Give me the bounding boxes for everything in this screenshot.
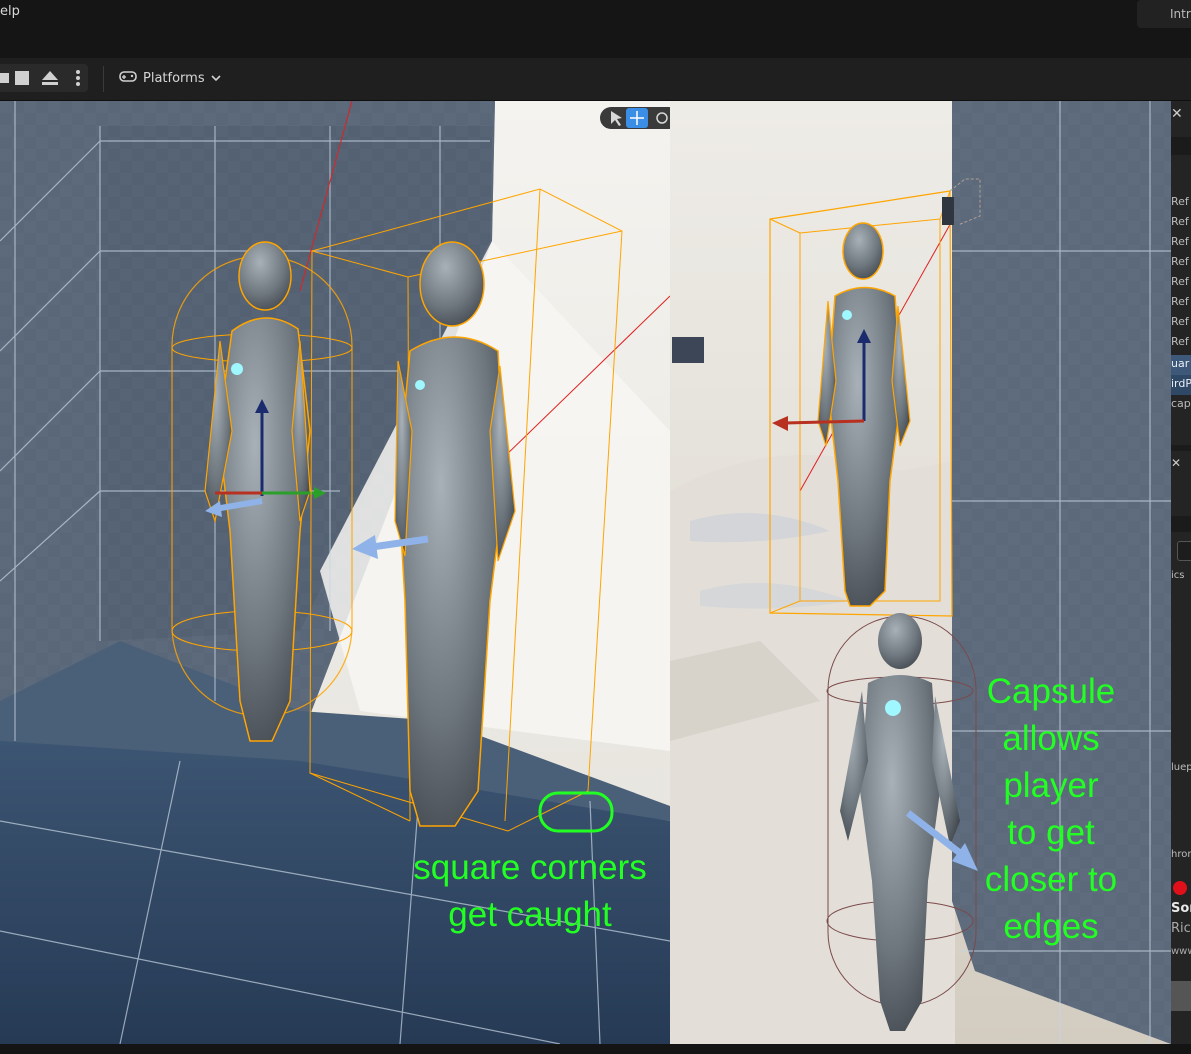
close-icon[interactable]: ✕ [1171, 106, 1183, 122]
panel-divider [1171, 445, 1191, 451]
outliner-item[interactable]: Ref [1171, 235, 1189, 248]
details-category-label: luep [1171, 762, 1191, 773]
move-tool-icon[interactable] [626, 108, 648, 128]
close-icon[interactable]: ✕ [1171, 456, 1181, 470]
annotation-line-4: to get [1007, 813, 1095, 852]
outliner-item[interactable]: Ref [1171, 295, 1189, 308]
annotation-line-5: closer to [985, 860, 1117, 899]
menu-bar: elp Intr [0, 0, 1191, 58]
annotation-line-2: allows [1002, 719, 1099, 758]
details-button[interactable] [1177, 541, 1191, 561]
floating-cube [672, 337, 704, 363]
toolbar: Platforms [0, 58, 1191, 101]
level-viewport[interactable]: square corners get caught Capsule allows… [0, 101, 1171, 1044]
annotation-line-1: Capsule [987, 672, 1115, 711]
panel-button[interactable] [1171, 981, 1191, 1011]
details-header [1171, 516, 1191, 532]
outliner-item-selected[interactable]: uar [1171, 355, 1191, 375]
details-category-label: ics [1171, 570, 1185, 581]
gamepad-icon [119, 69, 137, 87]
top-right-tab-label: Intr [1170, 7, 1191, 21]
outliner-item-selected[interactable]: irdP [1171, 375, 1191, 395]
record-icon[interactable] [1173, 881, 1187, 895]
user-subtitle: Rick [1171, 921, 1191, 936]
details-category-label: hron [1171, 849, 1191, 860]
outliner-item[interactable]: Ref [1171, 255, 1189, 268]
top-right-tab[interactable]: Intr [1137, 0, 1191, 28]
menu-help[interactable]: elp [0, 4, 20, 19]
play-controls [0, 64, 88, 92]
toolbar-separator [103, 66, 104, 92]
left-viewport-half: square corners get caught [0, 101, 671, 1044]
right-viewport-half: Capsule allows player to get closer to e… [670, 101, 1171, 1044]
platforms-dropdown[interactable]: Platforms [113, 65, 227, 91]
outliner-item[interactable]: cap [1171, 397, 1191, 410]
outliner-item[interactable]: Ref [1171, 315, 1189, 328]
panel-header [1171, 137, 1191, 155]
annotation-line-6: edges [1003, 907, 1098, 946]
outliner-item-label: uar [1171, 357, 1190, 370]
transform-toolbar [600, 107, 680, 129]
eject-icon[interactable] [40, 68, 60, 88]
annotation-line-3: player [1003, 766, 1099, 805]
outliner-item[interactable]: Ref [1171, 215, 1189, 228]
chevron-down-icon [211, 71, 221, 86]
status-bar [0, 1044, 1191, 1054]
stop-icon[interactable] [12, 68, 32, 88]
details-panel: ✕ Ref Ref Ref Ref Ref Ref Ref Ref uar ir… [1171, 101, 1191, 1044]
outliner-item[interactable]: Ref [1171, 275, 1189, 288]
more-options-icon[interactable] [68, 68, 88, 88]
user-name: Sor [1171, 901, 1191, 916]
annotation-square-corners: square corners [413, 848, 646, 887]
platforms-label: Platforms [143, 70, 205, 86]
annotation-get-caught: get caught [448, 895, 612, 934]
viewport-scene: square corners get caught Capsule allows… [0, 101, 1171, 1044]
outliner-item-label: irdP [1171, 377, 1191, 390]
outliner-item[interactable]: Ref [1171, 195, 1189, 208]
outliner-item[interactable]: Ref [1171, 335, 1189, 348]
user-link[interactable]: www [1171, 946, 1191, 957]
